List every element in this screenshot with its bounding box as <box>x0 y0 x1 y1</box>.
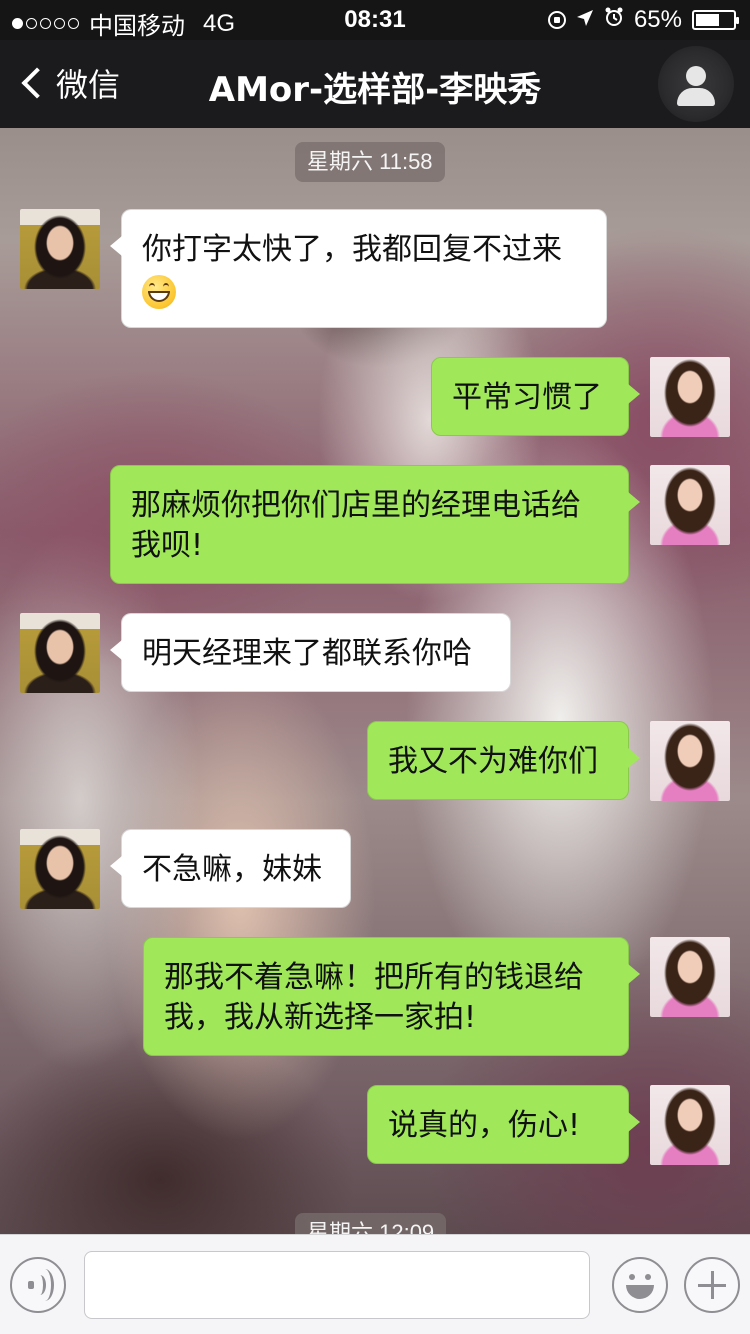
chat-title: AMor-选样部-李映秀 <box>208 70 542 110</box>
my-avatar[interactable] <box>650 357 730 437</box>
grinning-face-emoji-icon <box>142 274 176 309</box>
voice-input-button[interactable] <box>10 1257 66 1313</box>
message-text: 不急嘛，妹妹 <box>142 852 322 887</box>
message-text: 平常习惯了 <box>452 380 602 415</box>
message-text: 明天经理来了都联系你哈 <box>142 636 472 671</box>
message-bubble-outgoing[interactable]: 我又不为难你们 <box>367 721 640 800</box>
message-text-input[interactable] <box>84 1251 590 1319</box>
wechat-chat-screen: 中国移动 4G 08:31 65% 微信 AMor-选样部-李映秀 星期六 11… <box>0 0 750 1334</box>
status-bar: 中国移动 4G 08:31 65% <box>0 0 750 40</box>
contact-avatar[interactable] <box>20 209 100 289</box>
back-button[interactable]: 微信 <box>18 60 120 106</box>
message-bubble-outgoing[interactable]: 那我不着急嘛！把所有的钱退给我，我从新选择一家拍! <box>143 937 640 1056</box>
message-input-bar <box>0 1234 750 1334</box>
alarm-icon <box>604 6 624 34</box>
message-text: 那我不着急嘛！把所有的钱退给我，我从新选择一家拍! <box>164 960 584 1035</box>
battery-fill <box>696 14 720 26</box>
message-text: 说真的，伤心! <box>388 1108 581 1143</box>
location-icon <box>576 6 594 34</box>
navigation-bar: 微信 AMor-选样部-李映秀 <box>0 40 750 128</box>
chevron-left-icon <box>21 67 53 99</box>
timestamp-pill: 星期六 11:58 <box>295 142 445 182</box>
my-avatar[interactable] <box>650 937 730 1017</box>
message-bubble-outgoing[interactable]: 说真的，伤心! <box>367 1085 640 1164</box>
my-avatar[interactable] <box>650 721 730 801</box>
my-avatar[interactable] <box>650 1085 730 1165</box>
back-button-label: 微信 <box>56 66 121 104</box>
battery-percent: 65% <box>633 6 682 33</box>
message-bubble-incoming[interactable]: 你打字太快了，我都回复不过来 <box>110 209 607 328</box>
person-icon <box>686 66 706 86</box>
more-options-button[interactable] <box>684 1257 740 1313</box>
message-text: 那麻烦你把你们店里的经理电话给我呗! <box>131 488 581 563</box>
message-bubble-incoming[interactable]: 不急嘛，妹妹 <box>110 829 351 908</box>
message-text: 你打字太快了，我都回复不过来 <box>142 232 562 267</box>
status-right: 65% <box>547 6 739 34</box>
emoji-button[interactable] <box>612 1257 668 1313</box>
battery-icon <box>692 10 739 30</box>
message-text: 我又不为难你们 <box>388 744 598 779</box>
my-avatar[interactable] <box>650 465 730 545</box>
smiley-face-icon <box>629 1274 635 1280</box>
message-bubble-outgoing[interactable]: 那麻烦你把你们店里的经理电话给我呗! <box>110 465 640 584</box>
message-bubble-outgoing[interactable]: 平常习惯了 <box>431 357 640 436</box>
contact-avatar[interactable] <box>20 829 100 909</box>
message-bubble-incoming[interactable]: 明天经理来了都联系你哈 <box>110 613 511 692</box>
chat-profile-button[interactable] <box>658 46 734 122</box>
contact-avatar[interactable] <box>20 613 100 693</box>
rotation-lock-icon <box>547 11 566 29</box>
